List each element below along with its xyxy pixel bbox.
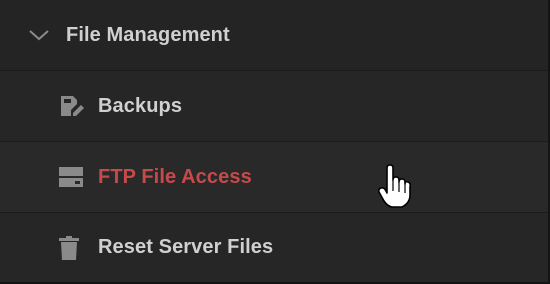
menu-item-backups[interactable]: Backups <box>0 71 548 142</box>
menu-item-ftp-file-access[interactable]: FTP File Access <box>0 142 548 213</box>
menu-item-label: Backups <box>98 94 183 117</box>
hand-pointer-cursor <box>377 164 412 208</box>
menu-item-label: Reset Server Files <box>98 236 274 258</box>
trash-icon <box>59 235 85 260</box>
menu-item-reset-server-files[interactable]: Reset Server Files <box>0 213 548 282</box>
menu-item-label: FTP File Access <box>98 165 252 188</box>
section-title: File Management <box>66 23 230 46</box>
server-drive-icon <box>59 165 85 189</box>
section-file-management[interactable]: File Management <box>0 0 548 71</box>
sidebar-menu: File Management Backups FTP File Access <box>0 0 550 284</box>
backup-file-icon <box>59 94 85 118</box>
chevron-down-icon[interactable] <box>28 28 50 42</box>
